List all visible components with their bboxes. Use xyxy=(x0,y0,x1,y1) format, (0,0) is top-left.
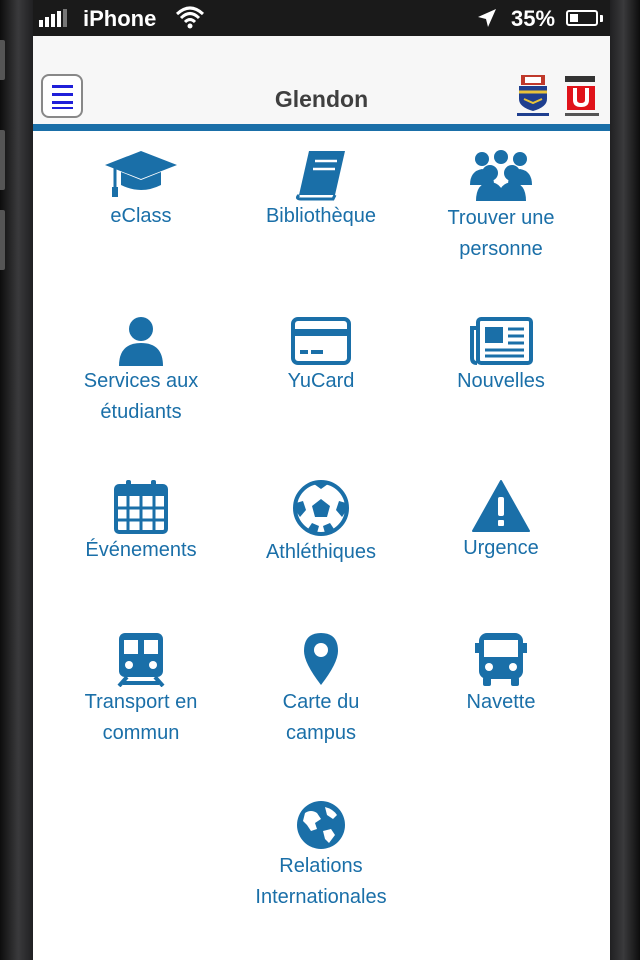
tile-bibliotheque[interactable]: Bibliothèque xyxy=(231,149,411,232)
map-pin-icon xyxy=(304,633,338,685)
tile-label: Navette xyxy=(466,691,536,713)
signal-strength-icon xyxy=(39,9,67,27)
book-icon xyxy=(295,151,345,201)
battery-level-fill xyxy=(570,14,578,22)
tile-label: Services aux étudiants xyxy=(83,370,199,423)
credit-card-icon xyxy=(291,317,351,365)
status-bar: iPhone 35% xyxy=(33,0,610,36)
tile-services-aux-etudiants[interactable]: Services aux étudiants xyxy=(51,316,231,428)
tile-label: Relations Internationales xyxy=(255,855,387,908)
tile-evenements[interactable]: Événements xyxy=(51,479,231,566)
volume-down-button xyxy=(0,210,5,270)
location-arrow-icon xyxy=(478,9,496,27)
tile-transport-en-commun[interactable]: Transport en commun xyxy=(51,631,231,749)
tile-nouvelles[interactable]: Nouvelles xyxy=(411,316,591,397)
volume-up-button xyxy=(0,130,5,190)
menu-button[interactable] xyxy=(41,74,83,118)
tile-carte-du-campus[interactable]: Carte du campus xyxy=(231,631,411,749)
user-icon xyxy=(119,317,163,366)
app-header: Glendon xyxy=(33,36,610,124)
warning-icon xyxy=(472,480,530,532)
hamburger-menu-icon xyxy=(52,85,73,88)
tile-navette[interactable]: Navette xyxy=(411,631,591,718)
page-title: Glendon xyxy=(274,86,369,112)
globe-icon xyxy=(297,801,345,849)
battery-icon xyxy=(566,10,598,26)
hamburger-menu-line xyxy=(52,101,73,104)
newspaper-icon xyxy=(470,317,533,365)
soccer-ball-icon xyxy=(293,480,349,536)
tile-label: Trouver une personne xyxy=(447,207,555,260)
tile-label: Carte du campus xyxy=(282,691,360,744)
app-screen: iPhone 35% Glendon eClass Bibliothèque T… xyxy=(33,0,610,960)
wifi-icon xyxy=(175,6,205,29)
glendon-crest-logo xyxy=(517,75,549,116)
tile-label: Bibliothèque xyxy=(265,205,377,227)
tile-label: eClass xyxy=(110,205,172,227)
tile-eclass[interactable]: eClass xyxy=(51,149,231,232)
phone-frame: iPhone 35% Glendon eClass Bibliothèque T… xyxy=(0,0,640,960)
carrier-name: iPhone xyxy=(83,6,157,31)
tile-athlethiques[interactable]: Athléthiques xyxy=(231,479,411,568)
train-icon xyxy=(117,633,165,687)
tile-label: Nouvelles xyxy=(457,370,545,392)
tile-yucard[interactable]: YuCard xyxy=(231,316,411,397)
york-university-logo xyxy=(565,76,599,116)
battery-nub xyxy=(600,15,603,22)
hamburger-menu-line xyxy=(52,93,73,96)
hamburger-menu-line xyxy=(52,107,73,109)
tile-label: Transport en commun xyxy=(84,691,198,744)
tile-trouver-une-personne[interactable]: Trouver une personne xyxy=(411,149,591,265)
tile-urgence[interactable]: Urgence xyxy=(411,479,591,564)
tile-label: YuCard xyxy=(287,370,355,392)
phone-bezel-right xyxy=(610,0,640,960)
tile-relations-internationales[interactable]: Relations Internationales xyxy=(231,799,411,913)
graduation-cap-icon xyxy=(105,151,177,197)
bus-icon xyxy=(475,633,527,686)
calendar-icon xyxy=(114,480,168,534)
mute-switch xyxy=(0,40,5,80)
battery-percent: 35% xyxy=(511,6,556,31)
people-group-icon xyxy=(470,150,532,201)
tile-label: Athléthiques xyxy=(265,541,377,563)
tile-label: Urgence xyxy=(463,537,539,559)
header-divider xyxy=(33,124,610,131)
tile-label: Événements xyxy=(85,539,197,561)
